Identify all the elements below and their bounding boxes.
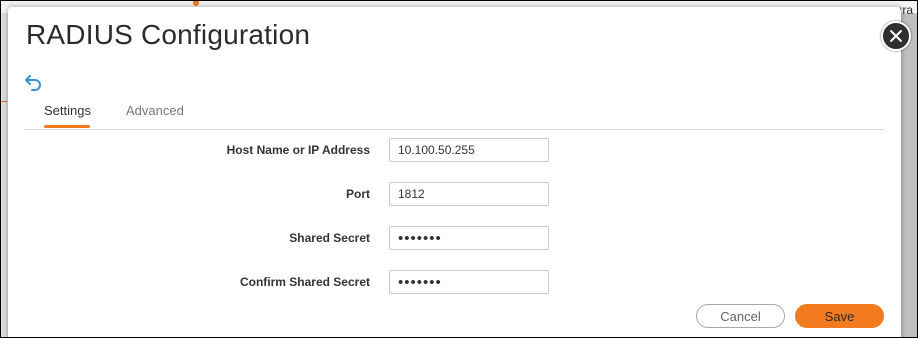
shared-secret-row: Shared Secret	[8, 226, 901, 252]
host-input[interactable]	[389, 138, 549, 162]
port-row: Port	[8, 182, 901, 208]
background-corner-text: ıra	[898, 3, 913, 17]
host-label: Host Name or IP Address	[226, 143, 370, 157]
port-label: Port	[346, 187, 370, 201]
shared-secret-label: Shared Secret	[289, 231, 370, 245]
save-button[interactable]: Save	[795, 304, 884, 328]
radius-configuration-dialog: RADIUS Configuration Settings Advanced H…	[8, 7, 901, 337]
background-left-mark	[1, 101, 7, 102]
active-tab-indicator	[44, 125, 90, 128]
close-icon[interactable]	[881, 21, 911, 51]
cancel-button[interactable]: Cancel	[696, 304, 785, 328]
port-input[interactable]	[389, 182, 549, 206]
host-row: Host Name or IP Address	[8, 138, 901, 164]
tab-advanced[interactable]: Advanced	[122, 103, 188, 127]
tab-settings[interactable]: Settings	[40, 103, 95, 127]
confirm-secret-label: Confirm Shared Secret	[239, 275, 370, 289]
confirm-secret-row: Confirm Shared Secret	[8, 270, 901, 296]
screenshot-frame: ıra RADIUS Configuration Settings Advanc…	[0, 0, 918, 338]
tab-bar: Settings Advanced	[24, 101, 884, 130]
undo-arrow-icon[interactable]	[24, 73, 44, 91]
shared-secret-input[interactable]	[389, 226, 549, 250]
dialog-title: RADIUS Configuration	[26, 19, 311, 50]
confirm-secret-input[interactable]	[389, 270, 549, 294]
